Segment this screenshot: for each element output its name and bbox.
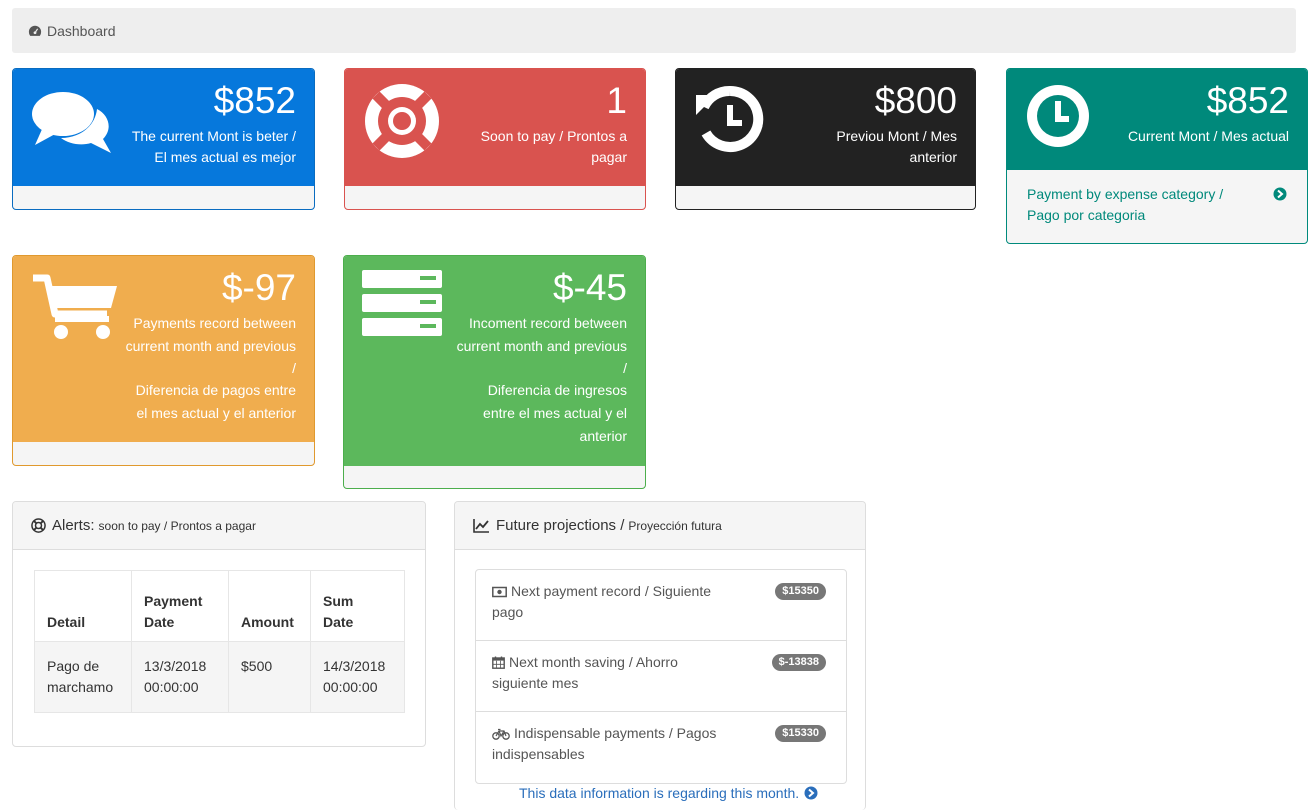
life-ring-icon xyxy=(31,518,46,533)
projections-header: Future projections / Proyección futura xyxy=(455,502,865,550)
server-icon xyxy=(362,270,442,336)
current-month-desc-2: El mes actual es mejor xyxy=(154,149,296,165)
current-month-value: $852 xyxy=(213,80,296,121)
income-diff-panel: $-45 Incoment record between current mon… xyxy=(343,255,646,489)
previous-month-value: $800 xyxy=(874,80,957,121)
comments-icon xyxy=(32,92,111,153)
arrow-circle-right-icon[interactable] xyxy=(1273,187,1287,201)
income-diff-desc-4: Diferencia de ingresos xyxy=(487,382,627,398)
projection-badge-2: $-13838 xyxy=(771,654,826,671)
projection-label-2b: siguiente mes xyxy=(492,675,579,691)
line-chart-icon xyxy=(473,519,489,533)
shopping-cart-icon xyxy=(33,274,117,339)
current-month-actual-value: $852 xyxy=(1206,80,1289,121)
cell-detail: Pago de marchamo xyxy=(34,641,132,713)
soon-to-pay-desc-1: Soon to pay / Prontos a xyxy=(480,128,627,144)
history-icon xyxy=(696,85,764,152)
dashboard-icon xyxy=(28,25,42,36)
previous-month-desc-2: anterior xyxy=(909,149,957,165)
table-header-row: Detail Payment Date Amount Sum Date xyxy=(34,570,405,642)
clock-icon xyxy=(1027,85,1089,147)
breadcrumb-label[interactable]: Dashboard xyxy=(47,23,116,39)
list-item[interactable]: Next payment record / Siguiente pago $153… xyxy=(476,570,846,641)
column-header-detail: Detail xyxy=(34,570,132,642)
projection-label-3b: indispensables xyxy=(492,746,585,762)
payments-diff-desc-3: / xyxy=(292,360,296,376)
projections-note-link[interactable]: This data information is regarding this … xyxy=(519,785,818,801)
income-diff-desc-2: current month and previous xyxy=(456,338,627,354)
cell-amount: $500 xyxy=(228,641,311,713)
alerts-subtitle: soon to pay / Prontos a pagar xyxy=(98,518,256,533)
income-diff-desc-3: / xyxy=(623,360,627,376)
payments-diff-value: $-97 xyxy=(221,267,296,308)
previous-month-panel: $800 Previou Mont / Mes anterior xyxy=(675,68,976,210)
column-header-payment-date: Payment Date xyxy=(131,570,229,642)
arrow-circle-right-icon[interactable] xyxy=(804,786,818,800)
projections-title: Future projections / xyxy=(496,517,625,534)
payment-by-category-link[interactable]: Payment by expense category / Pago por c… xyxy=(1027,184,1267,226)
projection-badge-3: $15330 xyxy=(775,725,826,742)
current-month-panel: $852 The current Mont is beter / El mes … xyxy=(12,68,315,210)
list-item[interactable]: Indispensable payments / Pagos indispensa… xyxy=(476,712,846,783)
current-month-actual-desc: Current Mont / Mes actual xyxy=(1127,128,1289,144)
payments-diff-desc-2: current month and previous xyxy=(125,338,296,354)
alerts-table: Detail Payment Date Amount Sum Date Pago d… xyxy=(34,570,405,713)
current-month-actual-panel: $852 Current Mont / Mes actual Payment b… xyxy=(1006,68,1308,244)
breadcrumb: Dashboard xyxy=(12,8,1296,53)
projection-label-1: Next payment record / Siguiente xyxy=(511,583,711,599)
soon-to-pay-desc-2: pagar xyxy=(591,149,627,165)
column-header-amount: Amount xyxy=(228,570,311,642)
income-diff-desc-6: anterior xyxy=(579,428,627,444)
life-ring-icon xyxy=(365,84,439,158)
income-diff-desc-5: entre el mes actual y el xyxy=(483,405,627,421)
bicycle-icon xyxy=(492,728,510,740)
projection-label-1b: pago xyxy=(492,604,524,620)
table-row: Pago de marchamo 13/3/2018 00:00:00 $500 1… xyxy=(34,641,405,713)
current-month-desc-1: The current Mont is beter / xyxy=(131,128,296,144)
soon-to-pay-value: 1 xyxy=(606,80,627,121)
payments-diff-desc-4: Diferencia de pagos entre xyxy=(135,382,296,398)
income-diff-value: $-45 xyxy=(552,267,627,308)
payment-by-category-link-line-2[interactable]: Pago por categoria xyxy=(1027,205,1267,226)
projections-list: Next payment record / Siguiente pago $153… xyxy=(475,569,847,784)
payment-by-category-link-line-1[interactable]: Payment by expense category / xyxy=(1027,184,1267,205)
projection-badge-1: $15350 xyxy=(775,583,826,600)
payments-diff-panel: $-97 Payments record between current mon… xyxy=(12,255,315,466)
previous-month-desc-1: Previou Mont / Mes xyxy=(836,128,957,144)
projections-box: Future projections / Proyección futura N… xyxy=(454,501,866,810)
money-icon xyxy=(492,586,507,598)
projection-label-2: Next month saving / Ahorro xyxy=(509,654,678,670)
projections-note[interactable]: This data information is regarding this … xyxy=(519,785,799,801)
projection-label-3: Indispensable payments / Pagos xyxy=(514,725,717,741)
calendar-icon xyxy=(492,656,505,669)
alerts-header: Alerts: soon to pay / Prontos a pagar xyxy=(13,502,425,550)
payments-diff-desc-5: el mes actual y el anterior xyxy=(136,405,296,421)
payments-diff-desc-1: Payments record between xyxy=(133,315,296,331)
projections-subtitle: Proyección futura xyxy=(628,518,722,533)
alerts-box: Alerts: soon to pay / Prontos a pagar De… xyxy=(12,501,426,747)
alerts-title: Alerts: xyxy=(52,517,95,534)
income-diff-desc-1: Incoment record between xyxy=(469,315,627,331)
cell-payment-date: 13/3/2018 00:00:00 xyxy=(131,641,229,713)
list-item[interactable]: Next month saving / Ahorro siguiente mes … xyxy=(476,641,846,712)
column-header-sum-date: Sum Date xyxy=(310,570,405,642)
cell-sum-date: 14/3/2018 00:00:00 xyxy=(310,641,405,713)
soon-to-pay-panel: 1 Soon to pay / Prontos a pagar xyxy=(344,68,646,210)
